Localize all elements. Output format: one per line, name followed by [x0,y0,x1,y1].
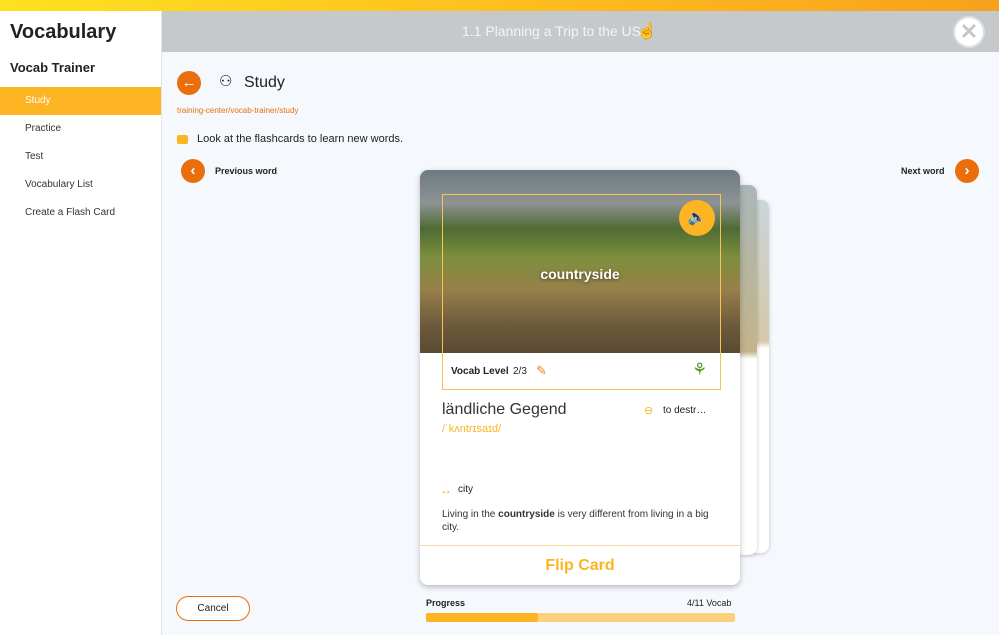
cancel-button[interactable]: Cancel [176,596,250,621]
vocab-level-label: Vocab Level [451,366,509,377]
example-text: Living in the [442,509,499,520]
instruction-text: Look at the flashcards to learn new word… [197,133,404,145]
header: 1.1 Planning a Trip to the US ☝ ✕ [162,11,999,52]
progress-count: 4/11 Vocab [687,598,732,608]
edit-pencil-icon[interactable]: ✎ [536,363,547,379]
top-accent-bar [0,0,999,11]
example-highlight: countryside [498,509,555,520]
sidebar-item-test[interactable]: Test [0,143,161,171]
progress-bar [426,613,735,622]
sidebar-item-practice[interactable]: Practice [0,115,161,143]
sidebar-title: Vocabulary [10,21,117,43]
previous-word-button[interactable]: ‹ [181,159,205,183]
phonetic: /ˈkʌntrɪsaɪd/ [442,423,502,435]
speaker-icon[interactable]: 🔈 [679,200,715,236]
study-icon: ⚇ [219,73,233,90]
lesson-title: 1.1 Planning a Trip to the US [462,23,641,39]
sidebar: Vocabulary Vocab Trainer Study Practice … [0,11,162,635]
hand-pointer-icon: ☝ [637,23,657,40]
breadcrumb[interactable]: training-center/vocab-trainer/study [177,106,298,115]
sidebar-item-create-flash-card[interactable]: Create a Flash Card [0,199,161,227]
close-button[interactable]: ✕ [953,16,985,48]
sidebar-item-study[interactable]: Study [0,87,161,115]
next-word-button[interactable]: › [955,159,979,183]
sidebar-item-vocabulary-list[interactable]: Vocabulary List [0,171,161,199]
flip-card-button[interactable]: Flip Card [420,545,740,585]
page-title: Study [244,74,285,91]
back-button[interactable]: ← [177,71,201,95]
card-word: countryside [540,266,620,282]
progress-fill [426,613,539,622]
sidebar-subtitle: Vocab Trainer [10,60,96,75]
previous-word-label[interactable]: Previous word [215,166,277,176]
antonym-arrows-icon: ↔ [440,483,452,497]
message-icon [177,135,188,144]
translation: ländliche Gegend [442,401,567,418]
antonym: city [458,484,473,495]
vocab-level-value: 2/3 [513,366,527,377]
next-word-label[interactable]: Next word [901,166,945,176]
related-word[interactable]: to destr… [663,405,706,416]
progress-label: Progress [426,598,466,608]
example-sentence: Living in the countryside is very differ… [442,508,722,534]
plant-icon: ⚘ [692,360,708,379]
flashcard[interactable]: 🔈 countryside Vocab Level 2/3 ✎ ⚘ ländli… [420,170,740,585]
link-icon: ⊖ [644,405,654,417]
